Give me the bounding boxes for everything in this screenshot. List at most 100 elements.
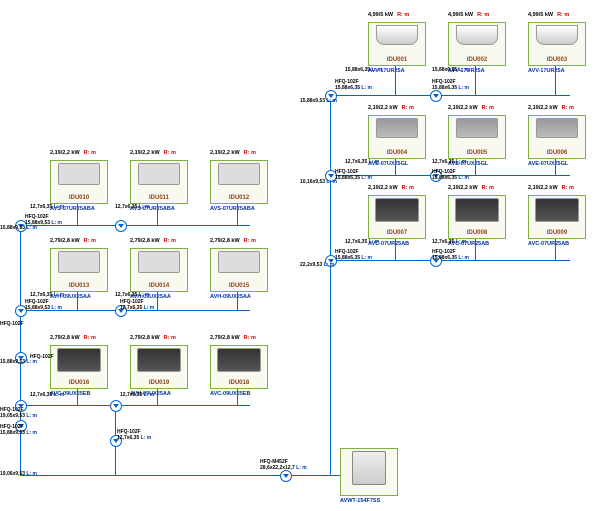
power-label: 4,99/5 kWR: m [448, 12, 489, 18]
unit-idu012: 2,19/2,2 kWR: m IDU012 AVS-07UR25ABA [210, 160, 270, 212]
pipe-line [555, 159, 556, 175]
pipe-label: HFQ-102F15,88x6,35 L: m [432, 250, 469, 261]
power-label: 4,99/5 kWR: m [368, 12, 409, 18]
unit-box: IDU013 [50, 248, 108, 292]
power-label: 2,19/2,2 kWR: m [50, 150, 96, 156]
unit-box: IDU012 [210, 160, 268, 204]
unit-id: IDU010 [69, 195, 89, 201]
unit-box: IDU009 [528, 195, 586, 239]
model-label: AVC-07UR25AB [528, 241, 588, 247]
unit-id: IDU014 [149, 283, 169, 289]
unit-box: IDU014 [130, 248, 188, 292]
pipe-label: 12,7x6,35 L: m [120, 393, 154, 399]
pipe-line [157, 292, 158, 310]
valve-icon [110, 400, 122, 412]
pipe-label: 15,88x9,53 L: m [300, 99, 337, 105]
unit-id: IDU018 [229, 380, 249, 386]
pipe-label: HFQ-102F15,88x6,35 L: m [335, 80, 372, 91]
pipe-line [20, 405, 250, 406]
pipe-line [237, 389, 238, 405]
model-label: AVE-07UX25GL [528, 161, 588, 167]
power-label: 2,79/2,8 kWR: m [210, 335, 256, 341]
power-label: 2,79/2,8 kWR: m [210, 238, 256, 244]
pipe-label: 15,88x9,53 L: m [0, 226, 37, 232]
unit-id: IDU012 [229, 195, 249, 201]
cassette-unit-icon [57, 348, 101, 372]
pipe-label: HFQ-102F [0, 322, 24, 328]
unit-idu009: 2,19/2,2 kWR: m IDU009 AVC-07UR25AB [528, 195, 588, 247]
pipe-line [395, 66, 396, 95]
pipe-label: 12,7x6,35 L: m [432, 160, 466, 166]
pipe-line [330, 260, 331, 475]
pipe-label: 15,88x9,53 L: m [0, 360, 37, 366]
pipe-label: 19,06x9,53 L: m [0, 472, 37, 478]
unit-icon [58, 251, 100, 273]
unit-id: IDU001 [387, 57, 407, 63]
unit-box: IDU016 [50, 345, 108, 389]
pipe-line [395, 159, 396, 175]
duct-unit-icon [456, 118, 498, 138]
duct-unit-icon [376, 118, 418, 138]
unit-id: IDU015 [229, 283, 249, 289]
outdoor-unit-icon [352, 451, 386, 485]
unit-id: IDU003 [547, 57, 567, 63]
power-label: 2,79/2,8 kWR: m [50, 238, 96, 244]
unit-box: IDU007 [368, 195, 426, 239]
model-label: AVS-07UR25ABA [210, 206, 270, 212]
model-label: AVH-09UX25AA [210, 294, 270, 300]
pipe-label: HFQ-102F15,88x6,35 L: m [335, 170, 372, 181]
cassette-unit-icon [137, 348, 181, 372]
power-label: 2,19/2,2 kWR: m [528, 185, 574, 191]
wall-unit-icon [536, 25, 578, 45]
unit-id: IDU019 [149, 380, 169, 386]
wall-unit-icon [456, 25, 498, 45]
unit-outdoor: AVWT-154F7SS [340, 448, 400, 504]
duct-unit-icon [536, 118, 578, 138]
unit-id: IDU005 [467, 150, 487, 156]
model-label: AVWT-154F7SS [340, 498, 400, 504]
pipe-line [475, 66, 476, 95]
unit-icon [218, 163, 260, 185]
unit-idu015: 2,79/2,8 kWR: m IDU015 AVH-09UX25AA [210, 248, 270, 300]
power-label: 2,79/2,8 kWR: m [130, 238, 176, 244]
pipe-line [77, 389, 78, 405]
unit-box: IDU001 [368, 22, 426, 66]
unit-id: IDU007 [387, 230, 407, 236]
pipe-line [555, 239, 556, 260]
pipe-label: HFQ-102F15,88x6,35 L: m [432, 170, 469, 181]
pipe-line [77, 204, 78, 225]
pipe-label: 12,7x6,35 L: m [30, 393, 64, 399]
pipe-line [330, 95, 570, 96]
unit-box: IDU008 [448, 195, 506, 239]
pipe-line [395, 239, 396, 260]
unit-box: IDU010 [50, 160, 108, 204]
pipe-label: 12,7x6,35 L: m [345, 240, 379, 246]
pipe-line [475, 239, 476, 260]
unit-icon [138, 163, 180, 185]
unit-box: IDU018 [210, 345, 268, 389]
unit-box: IDU006 [528, 115, 586, 159]
pipe-line [20, 475, 340, 476]
unit-idu003: 4,99/5 kWR: m IDU003 AVV-17UR25A [528, 22, 588, 74]
pipe-line [237, 204, 238, 225]
pipe-label: 15,88x6,35 L: m [432, 68, 469, 74]
wall-unit-icon [376, 25, 418, 45]
unit-id: IDU004 [387, 150, 407, 156]
pipe-label: 12,7x6,35 L: m [30, 293, 64, 299]
power-label: 2,79/2,8 kWR: m [50, 335, 96, 341]
unit-id: IDU006 [547, 150, 567, 156]
cassette-unit-icon [217, 348, 261, 372]
pipe-line [20, 225, 21, 475]
unit-id: IDU016 [69, 380, 89, 386]
pipe-line [237, 292, 238, 310]
pipe-line [77, 292, 78, 310]
pipe-line [555, 66, 556, 95]
pipe-label: HFQ-102F15,88x6,35 L: m [432, 80, 469, 91]
power-label: 2,19/2,2 kWR: m [528, 105, 574, 111]
cassette-unit-icon [375, 198, 419, 222]
unit-idu018: 2,79/2,8 kWR: m IDU018 AVC-09UX25EB [210, 345, 270, 397]
power-label: 4,99/5 kWR: m [528, 12, 569, 18]
model-label: AVC-09UX25EB [210, 391, 270, 397]
power-label: 2,79/2,8 kWR: m [130, 335, 176, 341]
unit-icon [138, 251, 180, 273]
